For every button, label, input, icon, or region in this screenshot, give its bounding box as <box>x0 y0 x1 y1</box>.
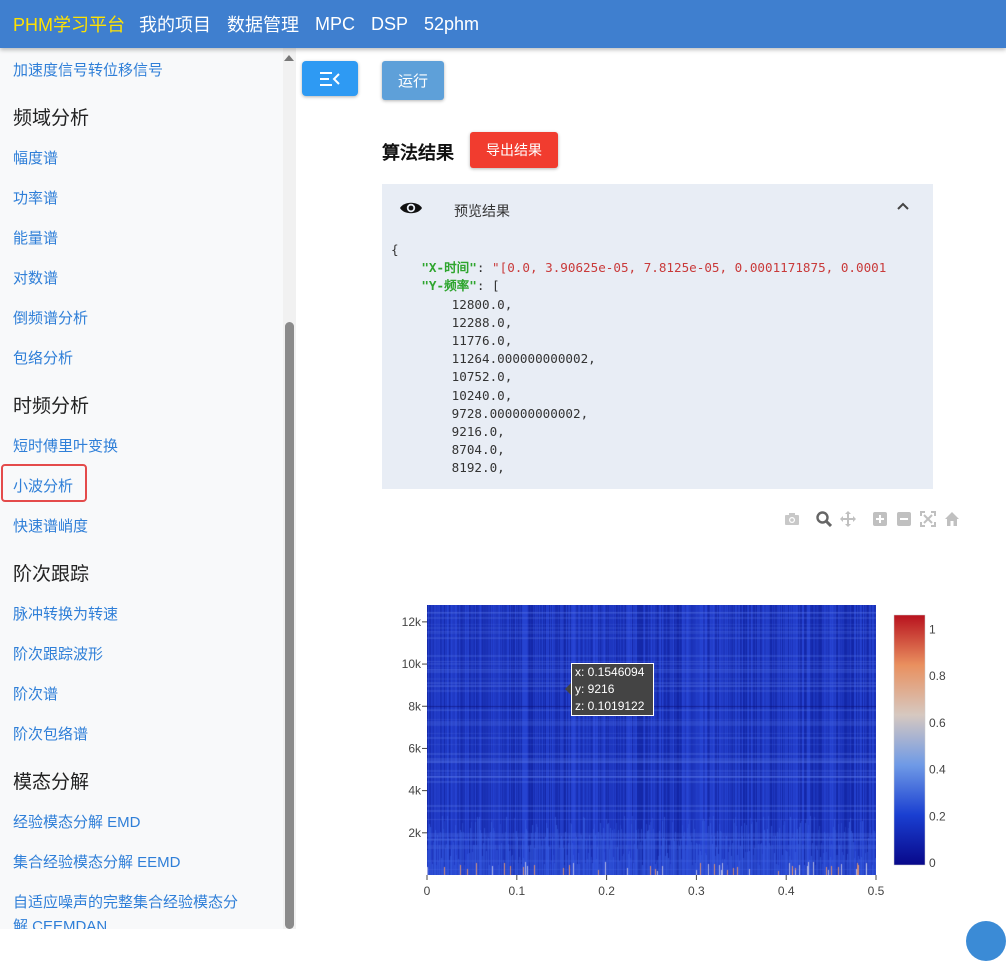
collapse-sidebar-button[interactable] <box>302 61 358 96</box>
home-icon[interactable] <box>944 511 960 527</box>
sidebar-scroll-thumb[interactable] <box>285 322 294 929</box>
x-tick-label: 0.3 <box>688 884 705 898</box>
zoom-icon[interactable] <box>816 511 832 527</box>
sidebar-item[interactable]: 自适应噪声的完整集合经验模态分 <box>13 891 238 912</box>
result-title: 算法结果 <box>382 143 454 163</box>
hover-tooltip: x: 0.1546094 y: 9216 z: 0.1019122 <box>571 663 654 716</box>
sidebar-heading: 模态分解 <box>13 772 90 793</box>
y-axis: 2k 4k 6k 8k 10k 12k <box>402 615 427 840</box>
heatmap-canvas[interactable] <box>427 605 876 875</box>
scroll-up-arrow-icon[interactable] <box>284 55 294 61</box>
sidebar-item[interactable]: 倒频谱分析 <box>13 307 88 328</box>
top-navbar: PHM学习平台 我的项目 数据管理 MPC DSP 52phm <box>0 0 1006 48</box>
nav-link-projects[interactable]: 我的项目 <box>139 11 211 37</box>
x-axis: 0 0.1 0.2 0.3 0.4 0.5 <box>424 875 885 898</box>
floating-action-button[interactable] <box>966 921 1006 961</box>
nav-link-mpc[interactable]: MPC <box>315 14 355 35</box>
menu-collapse-icon <box>320 71 340 86</box>
sidebar-item[interactable]: 对数谱 <box>13 267 58 288</box>
json-preview: { "X-时间": "[0.0, 3.90625e-05, 7.8125e-05… <box>391 242 887 476</box>
sidebar-item[interactable]: 阶次包络谱 <box>13 723 88 744</box>
y-tick-label: 4k <box>408 784 422 798</box>
y-tick-label: 10k <box>402 657 422 671</box>
sidebar-heading: 频域分析 <box>13 108 90 129</box>
export-button[interactable]: 导出结果 <box>470 132 558 168</box>
sidebar-item[interactable]: 能量谱 <box>13 227 58 248</box>
sidebar-heading: 时频分析 <box>13 396 90 417</box>
tooltip-y: y: 9216 <box>575 682 615 696</box>
sidebar-item[interactable]: 阶次谱 <box>13 683 58 704</box>
x-tick-label: 0.5 <box>868 884 885 898</box>
colorbar-tick-label: 1 <box>929 622 936 636</box>
sidebar-item[interactable]: 集合经验模态分解 EEMD <box>13 851 181 872</box>
sidebar-item[interactable]: 脉冲转换为转速 <box>13 603 118 624</box>
tooltip-x: x: 0.1546094 <box>575 665 645 679</box>
run-button[interactable]: 运行 <box>382 61 444 100</box>
sidebar-item[interactable]: 解 CEEMDAN <box>13 915 107 929</box>
sidebar-item-active[interactable]: 小波分析 <box>13 475 73 496</box>
sidebar-item[interactable]: 快速谱峭度 <box>13 515 88 536</box>
zoom-in-icon[interactable] <box>872 511 888 527</box>
colorbar-tick-label: 0.6 <box>929 716 946 730</box>
x-tick-label: 0.4 <box>778 884 795 898</box>
colorbar-ticks: 0 0.2 0.4 0.6 0.8 1 <box>929 622 946 870</box>
sidebar-item[interactable]: 功率谱 <box>13 187 58 208</box>
colorbar-tick-label: 0 <box>929 856 936 870</box>
autoscale-icon[interactable] <box>920 511 936 527</box>
y-tick-label: 6k <box>408 741 422 755</box>
zoom-out-icon[interactable] <box>896 511 912 527</box>
nav-link-dsp[interactable]: DSP <box>371 14 408 35</box>
sidebar: 加速度信号转位移信号 频域分析 幅度谱 功率谱 能量谱 对数谱 倒频谱分析 包络… <box>0 48 283 929</box>
nav-link-data[interactable]: 数据管理 <box>227 11 299 37</box>
sidebar-item[interactable]: 幅度谱 <box>13 147 58 168</box>
sidebar-item[interactable]: 包络分析 <box>13 347 73 368</box>
sidebar-heading: 阶次跟踪 <box>13 564 90 585</box>
brand-link[interactable]: PHM学习平台 <box>13 11 125 37</box>
x-tick-label: 0.1 <box>508 884 525 898</box>
x-tick-label: 0 <box>424 884 431 898</box>
sidebar-item[interactable]: 经验模态分解 EMD <box>13 811 141 832</box>
colorbar-tick-label: 0.8 <box>929 669 946 683</box>
pan-icon[interactable] <box>840 511 856 527</box>
sidebar-item[interactable]: 加速度信号转位移信号 <box>13 59 163 80</box>
tooltip-z: z: 0.1019122 <box>575 699 645 713</box>
sidebar-item[interactable]: 阶次跟踪波形 <box>13 643 103 664</box>
colorbar-tick-label: 0.2 <box>929 809 946 823</box>
preview-label: 预览结果 <box>454 203 510 219</box>
eye-icon <box>400 202 422 214</box>
nav-link-52phm[interactable]: 52phm <box>424 14 479 35</box>
chevron-up-icon[interactable] <box>896 201 910 211</box>
y-tick-label: 2k <box>408 826 422 840</box>
camera-icon[interactable] <box>784 511 800 527</box>
y-tick-label: 8k <box>408 699 422 713</box>
sidebar-item[interactable]: 短时傅里叶变换 <box>13 435 118 456</box>
colorbar-tick-label: 0.4 <box>929 763 946 777</box>
y-tick-label: 12k <box>402 615 422 629</box>
preview-panel: 预览结果 { "X-时间": "[0.0, 3.90625e-05, 7.812… <box>382 184 933 489</box>
colorbar <box>893 614 926 866</box>
preview-header[interactable]: 预览结果 <box>382 184 933 234</box>
x-tick-label: 0.2 <box>598 884 615 898</box>
